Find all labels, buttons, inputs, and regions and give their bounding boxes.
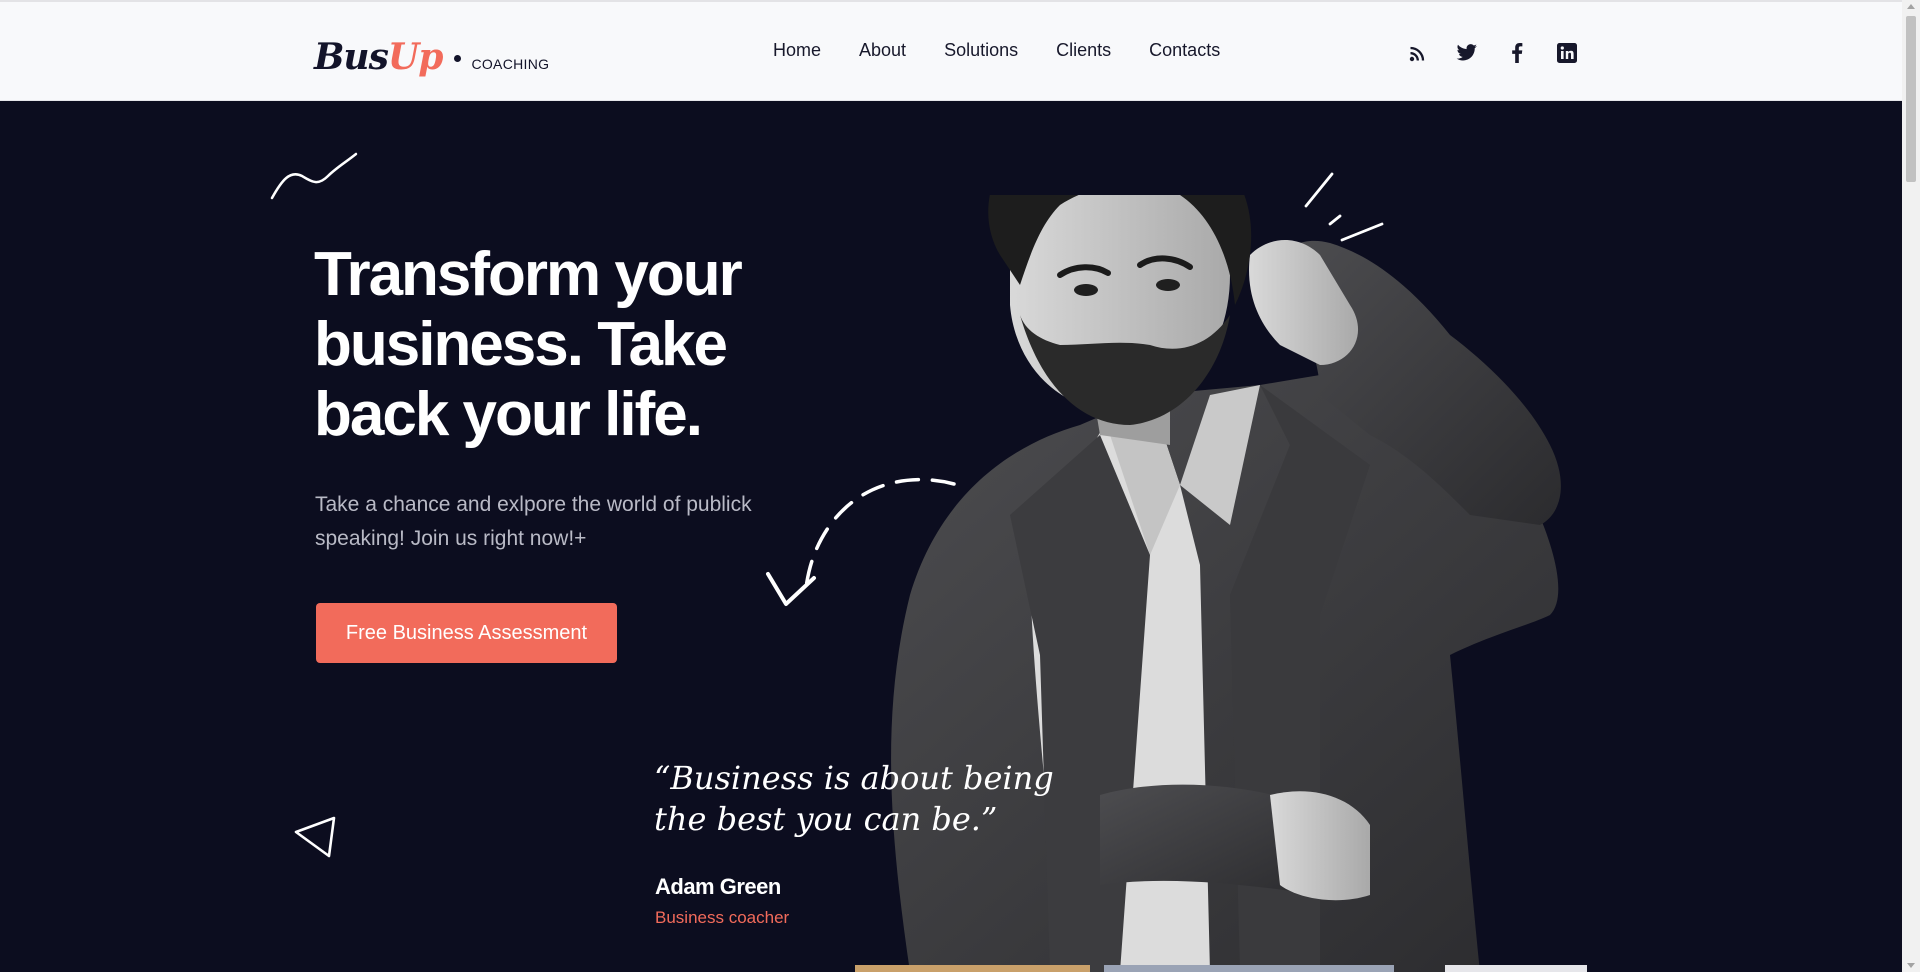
- hero-subtitle: Take a chance and exlpore the world of p…: [315, 493, 752, 550]
- scroll-up-icon[interactable]: [1907, 4, 1915, 9]
- nav-clients[interactable]: Clients: [1056, 40, 1111, 61]
- scroll-down-icon[interactable]: [1907, 963, 1915, 968]
- logo[interactable]: Bus Up COACHING: [314, 36, 549, 82]
- quote-author-role: Business coacher: [655, 908, 790, 927]
- linkedin-icon[interactable]: [1542, 38, 1592, 68]
- nav-contacts[interactable]: Contacts: [1149, 40, 1220, 61]
- main-nav: Home About Solutions Clients Contacts: [754, 40, 1239, 61]
- testimonial-quote: “Business is about being the best you ca…: [654, 759, 1054, 838]
- nav-solutions[interactable]: Solutions: [944, 40, 1018, 61]
- nav-about[interactable]: About: [859, 40, 906, 61]
- squiggle-doodle-icon: [270, 152, 358, 200]
- logo-dot: [454, 55, 462, 62]
- preview-strip-2: [1104, 965, 1394, 972]
- logo-text-up: Up: [387, 36, 444, 78]
- scroll-thumb[interactable]: [1906, 16, 1916, 182]
- free-assessment-button[interactable]: Free Business Assessment: [316, 603, 617, 663]
- site-header: Bus Up COACHING Home About Solutions Clie…: [0, 0, 1902, 101]
- coach-portrait-image: [891, 195, 1561, 972]
- triangle-doodle-icon: [294, 816, 336, 858]
- logo-tagline: COACHING: [471, 56, 550, 72]
- social-links: [1392, 38, 1592, 68]
- quote-author: Adam Green: [655, 874, 781, 899]
- nav-home[interactable]: Home: [773, 40, 821, 61]
- preview-strip-3: [1445, 965, 1587, 972]
- rss-icon[interactable]: [1392, 38, 1442, 68]
- facebook-icon[interactable]: [1492, 38, 1542, 68]
- page-scrollbar[interactable]: [1902, 0, 1920, 972]
- hero-title: Transform your business. Take back your …: [314, 240, 743, 449]
- twitter-icon[interactable]: [1442, 38, 1492, 68]
- logo-text-bus: Bus: [314, 36, 389, 78]
- preview-strip-1: [855, 965, 1090, 972]
